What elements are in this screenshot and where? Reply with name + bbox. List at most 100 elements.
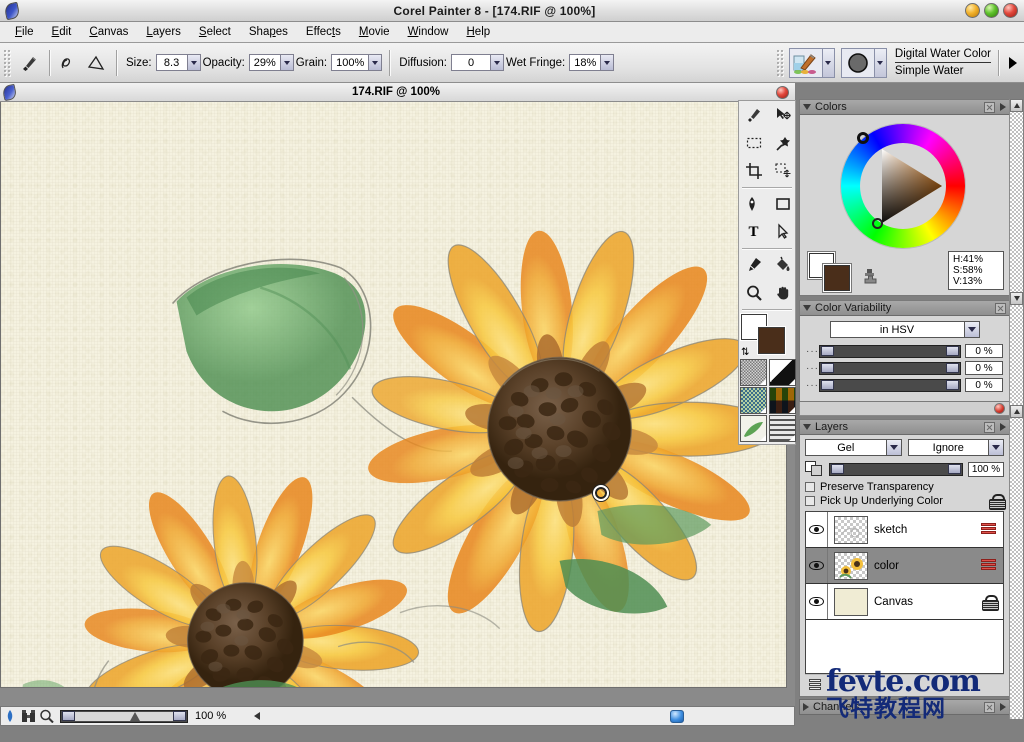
menu-shapes[interactable]: Shapes (240, 24, 297, 40)
color-swatches[interactable]: ⇅ (741, 314, 793, 358)
lock-icon[interactable] (982, 594, 999, 611)
collapse-triangle-icon[interactable] (803, 305, 811, 311)
zoom-slider[interactable] (60, 709, 188, 723)
pen-tool[interactable] (739, 190, 768, 218)
layer-visibility-toggle[interactable] (806, 512, 828, 547)
slider-end-knob[interactable] (946, 380, 959, 390)
variability-mode-select[interactable]: in HSV (829, 321, 980, 338)
magnifier-icon[interactable] (37, 708, 55, 724)
slider-knob[interactable] (831, 464, 844, 474)
panel-close-icon[interactable] (995, 302, 1006, 314)
canvas-area[interactable] (0, 102, 787, 688)
close-button[interactable] (1003, 3, 1018, 18)
scroll-up-button[interactable] (1010, 99, 1023, 112)
composite-depth-dropdown-icon[interactable] (988, 440, 1003, 455)
swap-colors-icon[interactable]: ⇅ (741, 347, 749, 358)
text-tool[interactable]: T (739, 218, 768, 246)
layer-visibility-toggle[interactable] (806, 584, 828, 619)
hue-variability-slider[interactable] (819, 344, 961, 358)
palette-drawer-handle[interactable] (799, 402, 1010, 416)
slider-end-knob[interactable] (948, 464, 961, 474)
panel-close-icon[interactable] (984, 701, 995, 713)
diffusion-dropdown-arrow-icon[interactable] (490, 55, 503, 70)
hue-marker[interactable] (857, 132, 869, 144)
pattern-selector[interactable] (740, 387, 767, 414)
slider-right-button[interactable] (173, 711, 186, 721)
channels-panel-titlebar[interactable]: Channels (799, 699, 1010, 715)
weave-selector[interactable] (769, 387, 796, 414)
saturation-variability-slider[interactable] (819, 361, 961, 375)
menu-layers[interactable]: Layers (137, 24, 190, 40)
doc-close-button[interactable] (776, 85, 789, 99)
menu-help[interactable]: Help (457, 24, 499, 40)
value-marker[interactable] (872, 218, 883, 229)
collapse-triangle-icon[interactable] (803, 104, 811, 110)
nozzle-selector[interactable] (740, 415, 767, 442)
looks-selector[interactable] (769, 415, 796, 442)
table-row[interactable]: sketch (806, 512, 1003, 548)
slider-knob[interactable] (821, 380, 834, 390)
menu-effects[interactable]: Effects (297, 24, 350, 40)
composite-method-select[interactable]: Gel (805, 439, 902, 456)
layer-opacity-value[interactable]: 100 % (968, 461, 1004, 477)
document-titlebar[interactable]: 174.RIF @ 100% (0, 83, 795, 102)
gradient-selector[interactable] (769, 359, 796, 386)
slider-knob[interactable] (821, 363, 834, 373)
paper-selector[interactable] (740, 359, 767, 386)
grain-input[interactable]: 100% (331, 54, 383, 71)
panel-close-icon[interactable] (984, 421, 995, 433)
layer-opacity-slider[interactable] (829, 462, 963, 476)
slider-end-knob[interactable] (946, 363, 959, 373)
panel-close-icon[interactable] (984, 101, 995, 113)
menu-edit[interactable]: Edit (43, 24, 81, 40)
minimize-button[interactable] (965, 3, 980, 18)
pick-up-underlying-checkbox[interactable] (805, 496, 815, 506)
grabber-tool[interactable] (768, 279, 797, 307)
hue-wheel[interactable] (841, 124, 965, 248)
layer-stack-icon[interactable] (981, 522, 997, 537)
panel-scrollbar[interactable] (1009, 99, 1023, 719)
collapse-triangle-icon[interactable] (803, 424, 811, 430)
rectangular-selection-tool[interactable] (739, 129, 768, 157)
straight-line-stroke-icon[interactable] (83, 50, 109, 76)
menu-canvas[interactable]: Canvas (80, 24, 137, 40)
layer-list[interactable]: sketch color Canvas (805, 511, 1004, 674)
magic-wand-tool[interactable] (768, 129, 797, 157)
rectangular-shape-tool[interactable] (768, 190, 797, 218)
composite-method-dropdown-icon[interactable] (885, 440, 901, 455)
value-variability-slider[interactable] (819, 378, 961, 392)
slider-end-knob[interactable] (946, 346, 959, 356)
slider-left-button[interactable] (62, 711, 75, 721)
menu-file[interactable]: File (6, 24, 43, 40)
size-dropdown-arrow-icon[interactable] (186, 55, 200, 70)
saturation-variability-value[interactable]: 0 % (965, 361, 1003, 375)
layer-adjuster-tool[interactable] (768, 101, 797, 129)
slider-knob[interactable] (821, 346, 834, 356)
expand-arrow-icon[interactable] (1006, 50, 1020, 76)
value-variability-value[interactable]: 0 % (965, 378, 1003, 392)
menu-select[interactable]: Select (190, 24, 240, 40)
selection-adjuster-tool[interactable] (768, 157, 797, 185)
opacity-input[interactable]: 29% (248, 54, 294, 71)
paint-bucket-tool[interactable] (768, 251, 797, 279)
freehand-stroke-icon[interactable] (57, 50, 83, 76)
table-row[interactable]: Canvas (806, 584, 1003, 620)
collapse-arrow-icon[interactable] (254, 712, 261, 720)
layer-visibility-toggle[interactable] (806, 548, 828, 583)
variability-mode-dropdown-icon[interactable] (963, 322, 979, 337)
toolbar-grip[interactable] (3, 48, 12, 77)
saturation-value-triangle[interactable] (860, 143, 946, 229)
preserve-transparency-row[interactable]: Preserve Transparency (805, 481, 1004, 493)
new-layer-icon[interactable] (809, 678, 823, 691)
expand-triangle-icon[interactable] (803, 703, 809, 711)
secondary-color-swatch[interactable] (824, 265, 850, 291)
layers-panel-titlebar[interactable]: Layers (800, 420, 1009, 435)
preserve-transparency-checkbox[interactable] (805, 482, 815, 492)
panel-menu-arrow-icon[interactable] (1000, 423, 1006, 431)
menu-movie[interactable]: Movie (350, 24, 399, 40)
blue-resize-icon[interactable] (670, 709, 684, 723)
wet-fringe-input[interactable]: 18% (569, 54, 615, 71)
round-dab-icon[interactable] (840, 47, 875, 78)
menu-window[interactable]: Window (399, 24, 458, 40)
opacity-dropdown-arrow-icon[interactable] (279, 55, 293, 70)
